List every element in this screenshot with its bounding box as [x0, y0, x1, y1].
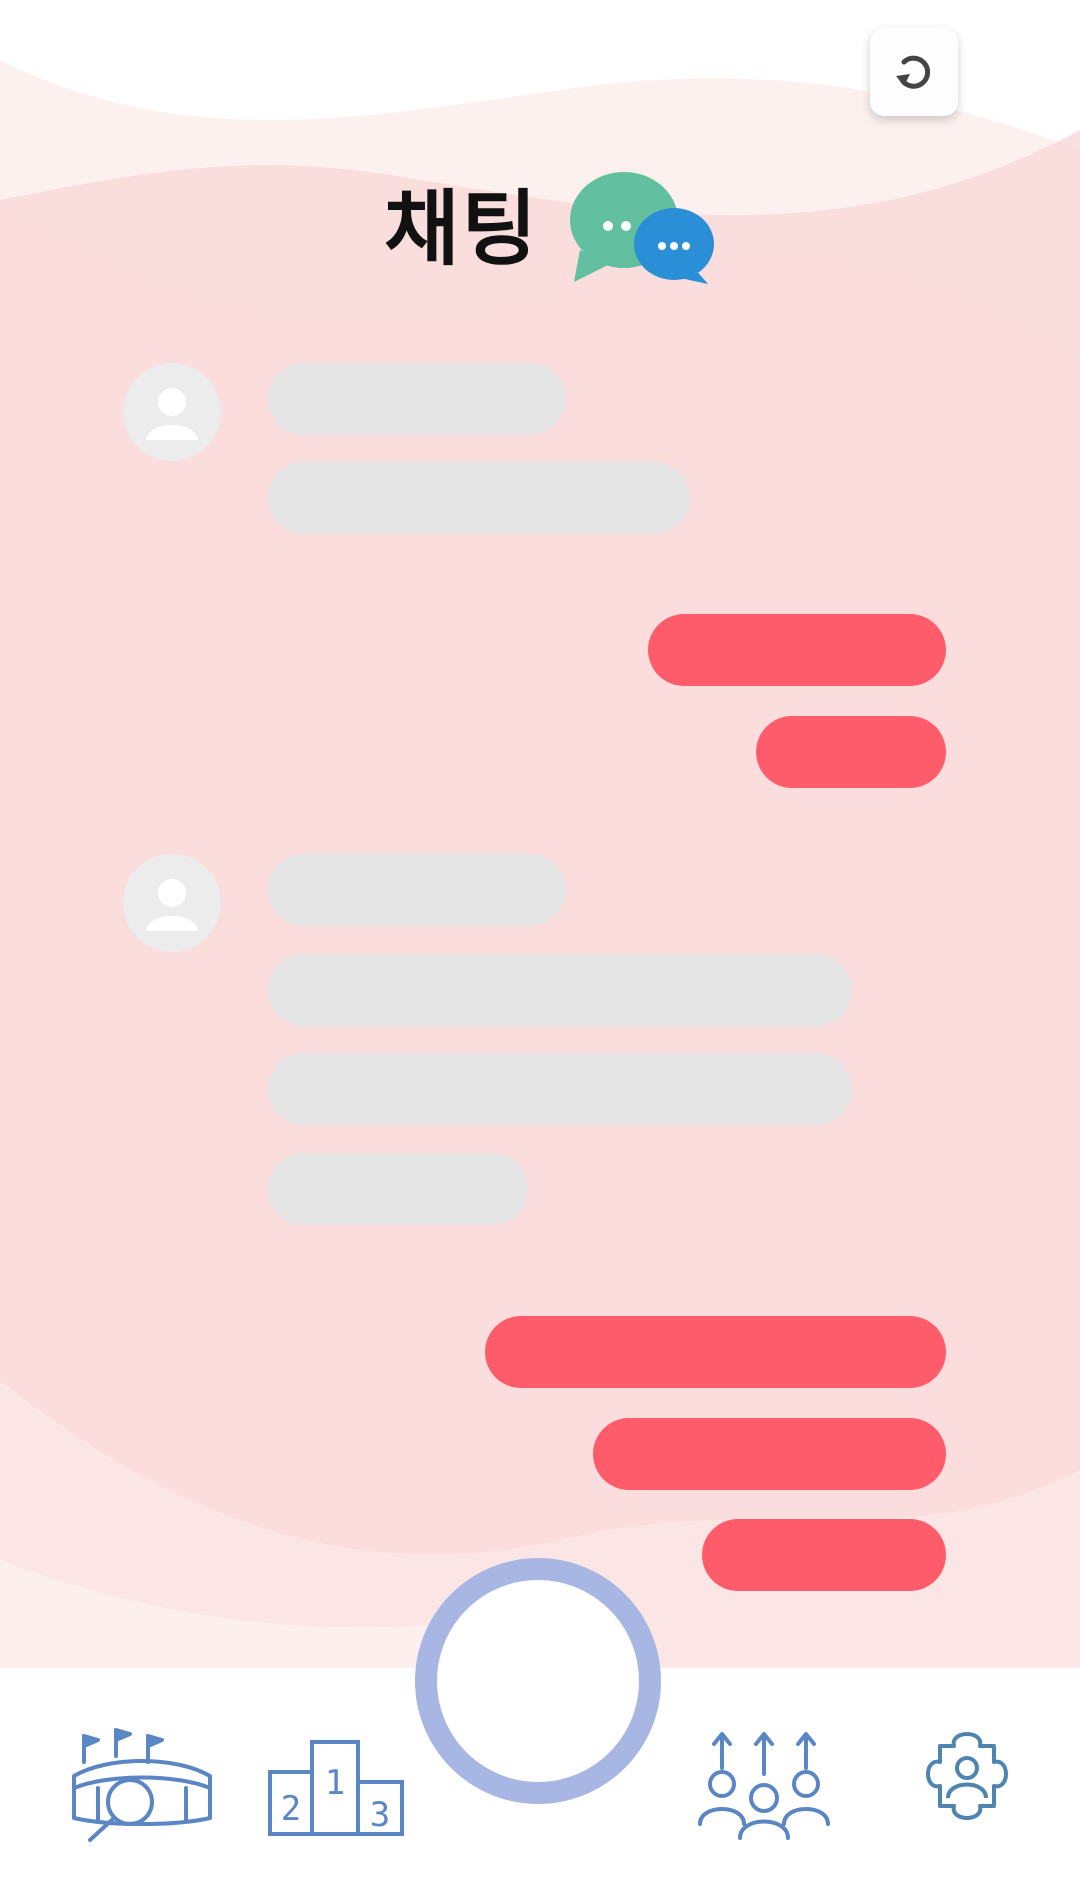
incoming-message-line	[268, 854, 566, 926]
center-action-button[interactable]	[415, 1558, 661, 1804]
podium-ranking-icon: 2 1 3	[268, 1740, 404, 1836]
incoming-message-line	[268, 462, 690, 534]
podium-second: 2	[281, 1789, 301, 1829]
outgoing-message-line	[702, 1519, 946, 1591]
outgoing-message-line	[756, 716, 946, 788]
stadium-search-icon	[72, 1728, 212, 1842]
people-growth-icon	[698, 1732, 830, 1840]
refresh-icon	[896, 55, 931, 89]
incoming-message-line	[268, 954, 852, 1026]
user-avatar-icon	[146, 388, 198, 440]
nav-community[interactable]	[696, 1728, 832, 1840]
user-avatar-icon	[146, 879, 198, 931]
podium-first: 1	[325, 1763, 345, 1803]
outgoing-message-line	[648, 614, 946, 686]
incoming-message-line	[268, 363, 566, 435]
puzzle-team-icon	[926, 1732, 1008, 1820]
nav-ranking[interactable]: 2 1 3	[266, 1738, 406, 1836]
chat-bubbles-icon	[570, 172, 714, 284]
avatar[interactable]	[123, 363, 221, 461]
outgoing-message-line	[485, 1316, 946, 1388]
page-title: 채팅	[384, 182, 539, 277]
avatar[interactable]	[123, 854, 221, 952]
outgoing-message-line	[593, 1418, 946, 1490]
incoming-message-line	[268, 1153, 528, 1225]
nav-team[interactable]	[910, 1726, 1024, 1842]
nav-stadium-search[interactable]	[68, 1726, 216, 1844]
refresh-button[interactable]	[870, 28, 958, 116]
podium-third: 3	[370, 1795, 390, 1835]
incoming-message-line	[268, 1053, 852, 1125]
